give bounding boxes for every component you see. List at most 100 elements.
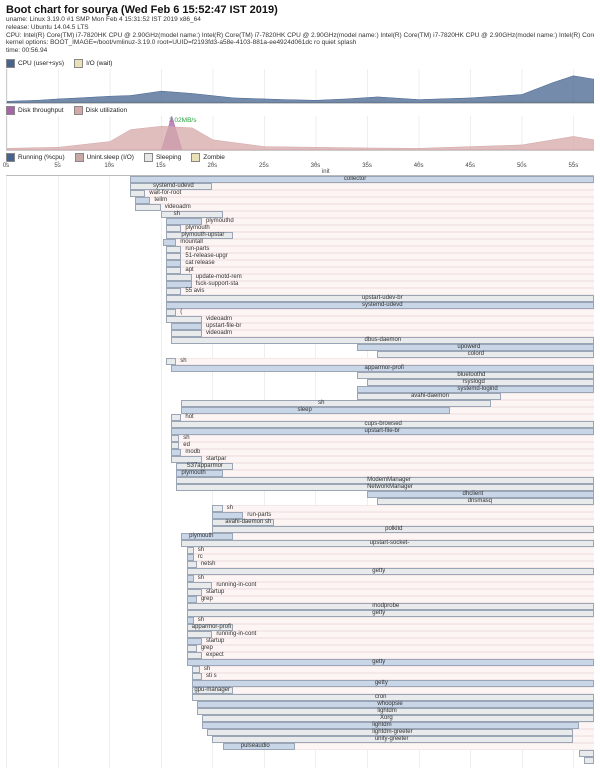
- process-row: plymouthd: [6, 218, 594, 225]
- process-row: plymouth: [6, 470, 594, 477]
- axis-tick: 45s: [465, 163, 475, 169]
- process-row: mountall: [6, 239, 594, 246]
- process-bar: [584, 757, 594, 764]
- process-bar: [166, 218, 202, 225]
- process-label: run-parts: [183, 246, 209, 253]
- process-row: apparmor-profi: [6, 365, 594, 372]
- process-row: upstart-file-br: [6, 428, 594, 435]
- axis-tick: 50s: [517, 163, 527, 169]
- time-axis: 0s5s10s15s20s25s30s35s40s45s50s55sinit: [6, 163, 594, 176]
- process-bar: [187, 659, 594, 666]
- process-row: run-parts: [6, 246, 594, 253]
- legend-disk: Disk throughputDisk utilization: [0, 104, 600, 116]
- process-row: cat release: [6, 260, 594, 267]
- process-label: polkitd: [383, 526, 402, 533]
- process-row: sh: [6, 400, 594, 407]
- process-label: plymouthd: [204, 218, 234, 225]
- process-row: sh: [6, 505, 594, 512]
- process-row: upstart-file-br: [6, 323, 594, 330]
- legend-item: Unint.sleep (I/O): [75, 153, 134, 162]
- process-row: apt: [6, 267, 594, 274]
- process-label: getty: [370, 659, 385, 666]
- process-row: wait-for-root: [6, 190, 594, 197]
- process-label: plymouth-upstar: [179, 232, 224, 239]
- process-row: modb: [6, 449, 594, 456]
- process-row: netsh: [6, 561, 594, 568]
- process-bar: [187, 582, 213, 589]
- process-bar: [187, 547, 194, 554]
- process-label: getty: [370, 610, 385, 617]
- process-row: sh: [6, 547, 594, 554]
- process-row: 51-release-upgr: [6, 253, 594, 260]
- process-label: sh: [196, 575, 204, 582]
- process-label: sh: [196, 547, 204, 554]
- process-label: pulseaudio: [239, 743, 270, 750]
- process-label: startpar: [204, 456, 226, 463]
- process-bar: [187, 631, 213, 638]
- legend-item: Sleeping: [144, 153, 181, 162]
- header-line: release: Ubuntu 14.04.5 LTS: [6, 24, 594, 32]
- process-bar: [212, 505, 222, 512]
- legend-label: CPU (user+sys): [18, 60, 64, 67]
- cpu-chart: [6, 69, 594, 104]
- process-row: upstart-udev-br: [6, 295, 594, 302]
- process-label: avahi-daemon sh: [223, 519, 271, 526]
- axis-tick: 35s: [362, 163, 372, 169]
- process-label: grep: [199, 645, 213, 652]
- legend-label: Disk utilization: [86, 107, 128, 114]
- process-row: videoadm: [6, 204, 594, 211]
- process-row: avahi-daemon sh: [6, 519, 594, 526]
- process-label: apparmor-profi: [190, 624, 231, 631]
- process-row: sh: [6, 211, 594, 218]
- process-row: dnsmasq: [6, 498, 594, 505]
- process-row: upowerd: [6, 344, 594, 351]
- process-label: ed: [181, 442, 190, 449]
- process-label: cups-browsed: [363, 421, 402, 428]
- process-bar: [181, 407, 449, 414]
- process-label: rc: [196, 554, 203, 561]
- legend-swatch: [75, 153, 84, 162]
- process-row: rsyslogd: [6, 379, 594, 386]
- process-row: plymouth: [6, 533, 594, 540]
- legend-swatch: [191, 153, 200, 162]
- process-row: systemd-udevd: [6, 302, 594, 309]
- legend-label: Zombie: [203, 154, 225, 161]
- process-label: lightdm: [370, 722, 391, 729]
- process-label: mountall: [178, 239, 203, 246]
- process-label: hot: [183, 414, 193, 421]
- process-bar: [130, 190, 145, 197]
- process-bar: [187, 596, 197, 603]
- process-label: colord: [466, 351, 484, 358]
- axis-tick: 5s: [54, 163, 60, 169]
- process-row: tellm: [6, 197, 594, 204]
- header-line: time: 00:56.94: [6, 47, 594, 55]
- process-bar: [166, 358, 176, 365]
- axis-tick: 10s: [104, 163, 114, 169]
- process-label: videoadm: [163, 204, 191, 211]
- process-label: apparmor-profi: [363, 365, 404, 372]
- process-bar: [187, 589, 202, 596]
- process-row: plymouth-upstar: [6, 232, 594, 239]
- process-label: dbus-daemon: [363, 337, 402, 344]
- process-bar: [377, 351, 594, 358]
- process-label: S37apparmor: [185, 463, 223, 470]
- process-row: update-motd-rem: [6, 274, 594, 281]
- process-bar: [166, 288, 181, 295]
- process-bar: [187, 617, 194, 624]
- process-row: getty: [6, 610, 594, 617]
- process-row: systemd-udevd: [6, 183, 594, 190]
- process-row: dhclient: [6, 491, 594, 498]
- process-label: tellm: [152, 197, 167, 204]
- process-gantt: collectorsystemd-udevdwait-for-roottellm…: [6, 176, 594, 768]
- process-label: update-motd-rem: [194, 274, 242, 281]
- header: Boot chart for sourya (Wed Feb 6 15:52:4…: [0, 0, 600, 57]
- process-bar: [171, 414, 181, 421]
- axis-tick: 40s: [414, 163, 424, 169]
- process-row: collector: [6, 176, 594, 183]
- process-bar: [187, 652, 202, 659]
- process-row: sh: [6, 617, 594, 624]
- process-bar: [166, 267, 181, 274]
- process-bar: [171, 456, 202, 463]
- process-row: sh: [6, 358, 594, 365]
- process-bar: [192, 673, 202, 680]
